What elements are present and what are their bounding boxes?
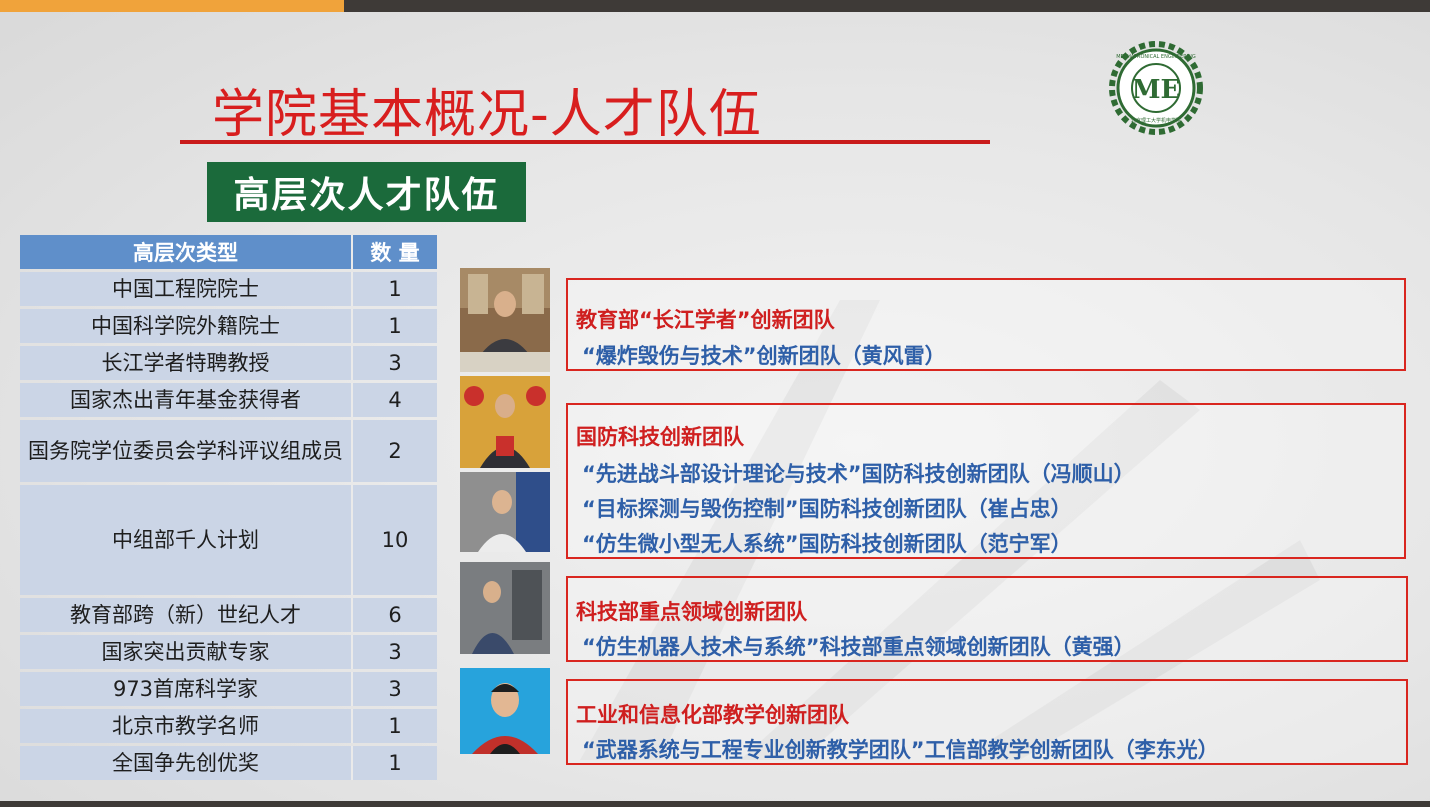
top-dark-bar xyxy=(344,0,1430,12)
column-header-type: 高层次类型 xyxy=(20,235,353,269)
table-row: 教育部跨（新）世纪人才 6 xyxy=(20,598,437,632)
section-banner: 高层次人才队伍 xyxy=(207,162,526,222)
talent-type-cell: 国家突出贡献专家 xyxy=(20,635,353,669)
team-line: “先进战斗部设计理论与技术”国防科技创新团队（冯顺山） xyxy=(582,462,1135,486)
talent-type-cell: 中国工程院院士 xyxy=(20,272,353,306)
team-box-changjiang: 教育部“长江学者”创新团队 “爆炸毁伤与技术”创新团队（黄风雷） xyxy=(566,278,1406,371)
photo-huang-qiang xyxy=(460,562,550,654)
talent-type-cell: 973首席科学家 xyxy=(20,672,353,706)
talent-type-cell: 全国争先创优奖 xyxy=(20,746,353,780)
table-row: 国家杰出青年基金获得者 4 xyxy=(20,383,437,417)
talent-count-cell: 6 xyxy=(353,598,437,632)
talent-type-cell: 中国科学院外籍院士 xyxy=(20,309,353,343)
team-line: “爆炸毁伤与技术”创新团队（黄风雷） xyxy=(582,344,946,368)
table-row: 中组部千人计划 10 xyxy=(20,485,437,595)
team-heading: 工业和信息化部教学创新团队 xyxy=(576,703,849,727)
talent-count-cell: 2 xyxy=(353,420,437,482)
column-header-count: 数 量 xyxy=(353,235,437,269)
slide: 学院基本概况-人才队伍 ME MECHATRONICAL ENGINEERING… xyxy=(0,0,1430,807)
logo-inner-text: 北京理工大学机电学院 xyxy=(1131,117,1181,124)
team-heading: 教育部“长江学者”创新团队 xyxy=(576,308,835,332)
table-row: 国务院学位委员会学科评议组成员 2 xyxy=(20,420,437,482)
team-box-defense: 国防科技创新团队 “先进战斗部设计理论与技术”国防科技创新团队（冯顺山） “目标… xyxy=(566,403,1406,559)
photo-huang-fenglei xyxy=(460,268,550,372)
table-row: 973首席科学家 3 xyxy=(20,672,437,706)
college-logo: ME MECHATRONICAL ENGINEERING 北京理工大学机电学院 xyxy=(1109,41,1203,135)
table-row: 中国科学院外籍院士 1 xyxy=(20,309,437,343)
team-heading: 国防科技创新团队 xyxy=(576,425,744,449)
talent-type-cell: 教育部跨（新）世纪人才 xyxy=(20,598,353,632)
talent-type-cell: 国家杰出青年基金获得者 xyxy=(20,383,353,417)
team-line: “目标探测与毁伤控制”国防科技创新团队（崔占忠） xyxy=(582,497,1072,521)
talent-count-cell: 1 xyxy=(353,309,437,343)
photo-feng-shunshan xyxy=(460,376,550,468)
team-line: “仿生微小型无人系统”国防科技创新团队（范宁军） xyxy=(582,532,1072,556)
table-row: 中国工程院院士 1 xyxy=(20,272,437,306)
talent-count-cell: 10 xyxy=(353,485,437,595)
talent-table: 高层次类型 数 量 中国工程院院士 1 中国科学院外籍院士 1 长江学者特聘教授 3 国家杰… xyxy=(20,232,437,783)
talent-count-cell: 3 xyxy=(353,672,437,706)
table-row: 长江学者特聘教授 3 xyxy=(20,346,437,380)
top-accent-bar xyxy=(0,0,344,12)
team-line: “武器系统与工程专业创新教学团队”工信部教学创新团队（李东光） xyxy=(582,738,1219,762)
title-underline xyxy=(180,140,990,144)
talent-count-cell: 1 xyxy=(353,272,437,306)
talent-type-cell: 中组部千人计划 xyxy=(20,485,353,595)
talent-count-cell: 1 xyxy=(353,709,437,743)
talent-type-cell: 国务院学位委员会学科评议组成员 xyxy=(20,420,353,482)
talent-count-cell: 3 xyxy=(353,635,437,669)
team-box-most: 科技部重点领域创新团队 “仿生机器人技术与系统”科技部重点领域创新团队（黄强） xyxy=(566,576,1408,662)
talent-type-cell: 北京市教学名师 xyxy=(20,709,353,743)
bottom-dark-bar xyxy=(0,801,1430,807)
table-row: 北京市教学名师 1 xyxy=(20,709,437,743)
team-box-miit: 工业和信息化部教学创新团队 “武器系统与工程专业创新教学团队”工信部教学创新团队… xyxy=(566,679,1408,765)
talent-count-cell: 3 xyxy=(353,346,437,380)
photo-li-dongguang xyxy=(460,668,550,754)
team-line: “仿生机器人技术与系统”科技部重点领域创新团队（黄强） xyxy=(582,635,1135,659)
photo-cui-zhanzhong xyxy=(460,472,550,552)
table-row: 全国争先创优奖 1 xyxy=(20,746,437,780)
team-heading: 科技部重点领域创新团队 xyxy=(576,600,807,624)
talent-count-cell: 1 xyxy=(353,746,437,780)
page-title: 学院基本概况-人才队伍 xyxy=(212,85,762,145)
talent-type-cell: 长江学者特聘教授 xyxy=(20,346,353,380)
logo-ring-text: MECHATRONICAL ENGINEERING xyxy=(1116,54,1196,60)
logo-monogram: ME xyxy=(1132,75,1181,105)
talent-count-cell: 4 xyxy=(353,383,437,417)
table-header-row: 高层次类型 数 量 xyxy=(20,235,437,269)
table-body: 中国工程院院士 1 中国科学院外籍院士 1 长江学者特聘教授 3 国家杰出青年基金获得者 4 国… xyxy=(20,272,437,780)
table-row: 国家突出贡献专家 3 xyxy=(20,635,437,669)
